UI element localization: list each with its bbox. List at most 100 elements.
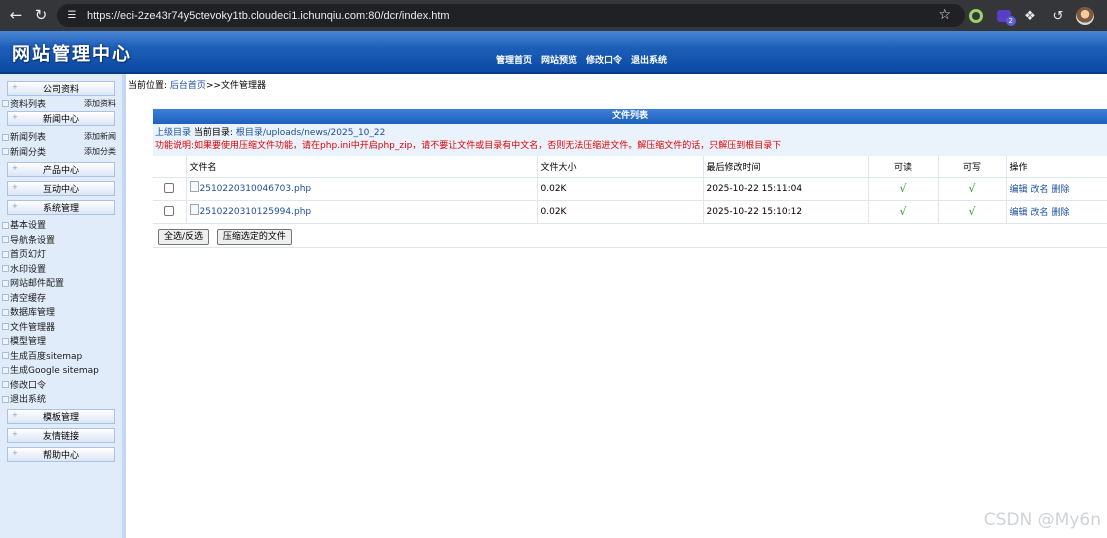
current-dir-label: 当前目录:	[193, 128, 233, 138]
sidebar: 公司资料 资料列表 添加资料 新闻中心 新闻列表 添加新闻 新闻分类 添加分类 …	[0, 74, 126, 538]
puzzle-icon[interactable]: ❖	[1020, 6, 1040, 26]
extension-purple-icon[interactable]: 2	[994, 6, 1016, 26]
sidebar-section-help[interactable]: 帮助中心	[7, 447, 115, 462]
nav-site-preview[interactable]: 网站预览	[541, 53, 577, 66]
extension-ring-icon[interactable]	[966, 6, 986, 26]
sidebar-item-news-category[interactable]: 新闻分类	[10, 145, 46, 158]
site-info-icon[interactable]: ☰	[65, 9, 79, 23]
reload-icon[interactable]: ↻	[30, 4, 52, 26]
delete-link[interactable]: 删除	[1052, 185, 1070, 195]
file-icon	[189, 204, 199, 215]
sidebar-section-products[interactable]: 产品中心	[7, 161, 115, 177]
sidebar-item-profile-list[interactable]: 资料列表	[10, 97, 46, 110]
current-directory-path[interactable]: 根目录/uploads/news/2025_10_22	[236, 128, 386, 138]
sidebar-item-database[interactable]: 数据库管理	[0, 305, 122, 320]
readable-check-icon: √	[899, 205, 907, 218]
writable-cell: √	[938, 177, 1007, 201]
row-checkbox[interactable]	[164, 206, 175, 217]
parent-directory-link[interactable]: 上级目录	[155, 128, 191, 138]
table-header-row: 文件名 文件大小 最后修改时间 可读 可写 操作	[153, 156, 1107, 178]
sidebar-section-system[interactable]: 系统管理	[7, 199, 115, 215]
nav-admin-home[interactable]: 管理首页	[496, 53, 532, 66]
writable-cell: √	[938, 200, 1007, 224]
row-checkbox[interactable]	[164, 183, 175, 194]
sidebar-item-add-news[interactable]: 添加新闻	[84, 131, 116, 142]
site-logo: 网站管理中心	[12, 44, 132, 65]
sidebar-section-company[interactable]: 公司资料	[7, 81, 115, 96]
edit-link[interactable]: 编辑	[1010, 185, 1028, 195]
sidebar-section-news[interactable]: 新闻中心	[7, 110, 115, 126]
writable-check-icon: √	[968, 205, 976, 218]
rename-link[interactable]: 改名	[1031, 208, 1049, 218]
sidebar-item-slideshow[interactable]: 首页幻灯	[0, 247, 122, 262]
sidebar-item-google-sitemap[interactable]: 生成Google sitemap	[0, 363, 122, 378]
sidebar-row: 新闻分类 添加分类	[0, 144, 122, 159]
sidebar-item-news-list[interactable]: 新闻列表	[10, 130, 46, 143]
header-actions: 操作	[1006, 156, 1107, 178]
file-link[interactable]: 2510220310046703.php	[200, 184, 312, 194]
extension-badge: 2	[1005, 16, 1016, 26]
avatar[interactable]	[1075, 6, 1095, 26]
top-nav: 管理首页 网站预览 修改口令 退出系统	[496, 53, 667, 66]
filesize-cell: 0.02K	[537, 200, 704, 224]
actions-cell: 编辑 改名 删除	[1006, 177, 1107, 201]
site-header: 网站管理中心 管理首页 网站预览 修改口令 退出系统	[0, 31, 1107, 74]
delete-link[interactable]: 删除	[1052, 208, 1070, 218]
sidebar-section-templates[interactable]: 模板管理	[7, 409, 115, 424]
header-writable: 可写	[938, 156, 1007, 178]
sidebar-item-add-category[interactable]: 添加分类	[84, 146, 116, 157]
history-icon[interactable]: ↺	[1048, 6, 1068, 26]
breadcrumb-separator: >>	[205, 81, 222, 91]
sidebar-item-file-manager[interactable]: 文件管理器	[0, 319, 122, 334]
filename-cell: 2510220310125994.php	[186, 200, 538, 224]
filesize-cell: 0.02K	[537, 177, 704, 201]
star-icon[interactable]: ☆	[938, 7, 951, 23]
edit-link[interactable]: 编辑	[1010, 208, 1028, 218]
rename-link[interactable]: 改名	[1031, 185, 1049, 195]
header-filename: 文件名	[186, 156, 538, 178]
url-text: https://eci-2ze43r74y5ctevoky1tb.cloudec…	[87, 9, 450, 22]
file-link[interactable]: 2510220310125994.php	[200, 207, 312, 217]
row-checkbox-cell	[153, 200, 187, 224]
modified-cell: 2025-10-22 15:11:04	[703, 177, 869, 201]
sidebar-item-basic-settings[interactable]: 基本设置	[0, 218, 122, 233]
sidebar-item-add-profile[interactable]: 添加资料	[84, 98, 116, 109]
watermark: CSDN @My6n	[983, 510, 1101, 530]
compress-selected-button[interactable]: 压缩选定的文件	[216, 228, 292, 245]
sidebar-item-watermark[interactable]: 水印设置	[0, 261, 122, 276]
header-readable: 可读	[868, 156, 939, 178]
modified-cell: 2025-10-22 15:10:12	[703, 200, 869, 224]
nav-change-password[interactable]: 修改口令	[586, 53, 622, 66]
sidebar-item-models[interactable]: 模型管理	[0, 334, 122, 349]
readable-cell: √	[868, 177, 939, 201]
sidebar-item-baidu-sitemap[interactable]: 生成百度sitemap	[0, 348, 122, 363]
browser-toolbar: ← ↻ ☰ https://eci-2ze43r74y5ctevoky1tb.c…	[0, 0, 1107, 31]
file-icon	[189, 181, 199, 192]
writable-check-icon: √	[968, 182, 976, 195]
select-all-button[interactable]: 全选/反选	[158, 228, 210, 245]
nav-logout[interactable]: 退出系统	[631, 53, 667, 66]
sidebar-section-links[interactable]: 友情链接	[7, 428, 115, 443]
actions-cell: 编辑 改名 删除	[1006, 200, 1107, 224]
file-list-panel: 文件列表 上级目录 当前目录: 根目录/uploads/news/2025_10…	[153, 109, 1107, 248]
back-icon[interactable]: ←	[5, 4, 27, 26]
sidebar-row: 资料列表 添加资料	[0, 96, 122, 111]
sidebar-item-nav-settings[interactable]: 导航条设置	[0, 232, 122, 247]
table-row: 2510220310046703.php 0.02K 2025-10-22 15…	[153, 177, 1107, 201]
breadcrumb: 当前位置: 后台首页>>文件管理器	[128, 78, 266, 91]
sidebar-item-clear-cache[interactable]: 清空缓存	[0, 290, 122, 305]
breadcrumb-prefix: 当前位置:	[128, 81, 168, 91]
file-table: 文件名 文件大小 最后修改时间 可读 可写 操作 251022031004670…	[153, 156, 1107, 224]
function-notice: 功能说明:如果要使用压缩文件功能，请在php.ini中开启php_zip，请不要…	[155, 141, 782, 151]
sidebar-item-change-password[interactable]: 修改口令	[0, 377, 122, 392]
address-bar[interactable]: ☰ https://eci-2ze43r74y5ctevoky1tb.cloud…	[57, 4, 965, 27]
sidebar-item-mail-config[interactable]: 网站邮件配置	[0, 276, 122, 291]
readable-cell: √	[868, 200, 939, 224]
sidebar-item-logout[interactable]: 退出系统	[0, 392, 122, 407]
header-modified: 最后修改时间	[703, 156, 869, 178]
breadcrumb-current: 文件管理器	[221, 81, 267, 91]
sidebar-section-interaction[interactable]: 互动中心	[7, 180, 115, 196]
breadcrumb-home[interactable]: 后台首页	[170, 81, 206, 91]
filename-cell: 2510220310046703.php	[186, 177, 538, 201]
directory-info: 上级目录 当前目录: 根目录/uploads/news/2025_10_22 功…	[153, 124, 1107, 156]
